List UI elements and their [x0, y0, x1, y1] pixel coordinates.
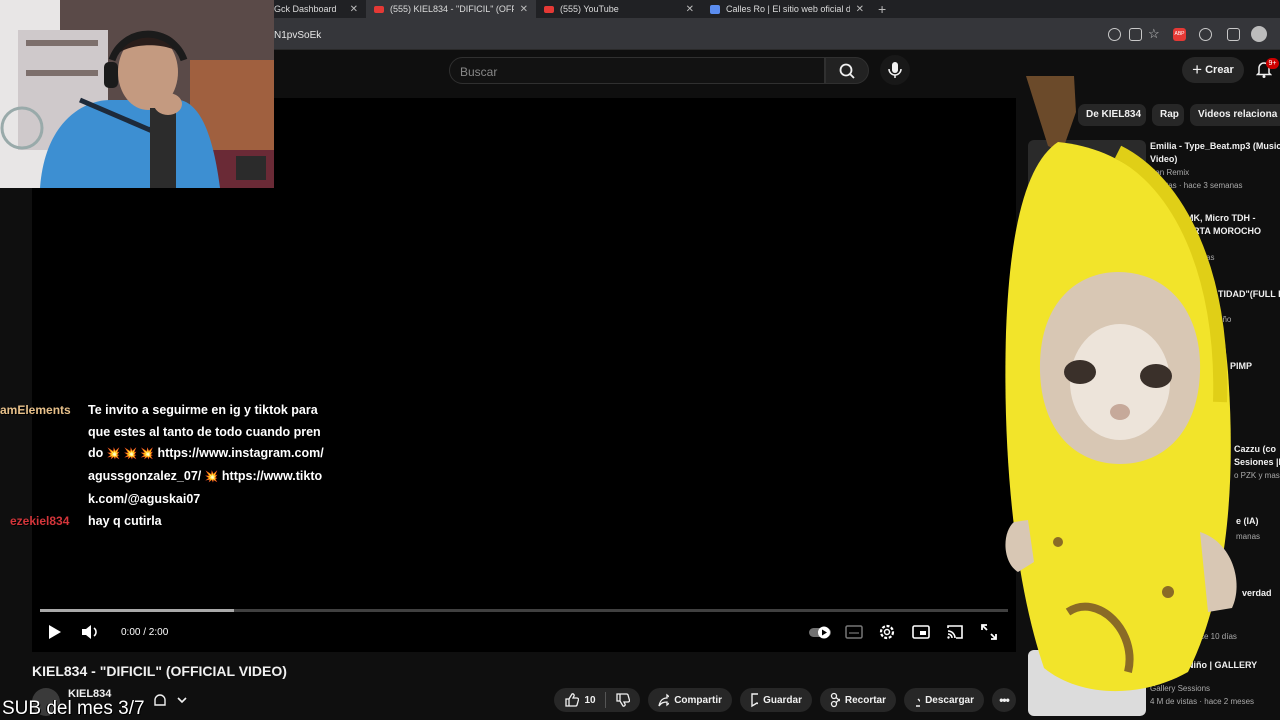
like-count: 10	[584, 694, 596, 706]
stream-chat-overlay: amElements Te invito a seguirme en ig y …	[0, 400, 330, 532]
explosion-emote: 💥	[204, 471, 219, 484]
notification-bell-dropdown-icon[interactable]	[152, 692, 192, 710]
extensions-puzzle-icon[interactable]	[1227, 28, 1240, 41]
extension-icon[interactable]	[1199, 28, 1212, 41]
bookmark-icon	[751, 693, 759, 708]
chat-username: amElements	[0, 403, 71, 417]
chat-message: ezekiel834 hay q cutirla	[0, 511, 330, 533]
divider	[604, 692, 606, 708]
streamer-webcam-image	[0, 0, 274, 188]
chat-message: amElements Te invito a seguirme en ig y …	[0, 400, 330, 511]
clip-label: Recortar	[844, 694, 886, 706]
chat-message-text: Te invito a seguirme en ig y tiktok para…	[88, 400, 324, 511]
screen: Gck Dashboard ✕ (555) KIEL834 - "DIFICIL…	[0, 0, 1280, 720]
share-button[interactable]: Compartir	[648, 688, 732, 712]
settings-gear-icon[interactable]	[877, 622, 897, 642]
save-label: Guardar	[763, 694, 802, 706]
autoplay-toggle-icon[interactable]	[807, 622, 833, 642]
play-icon[interactable]	[46, 622, 64, 642]
notifications-badge: 9+	[1266, 58, 1279, 69]
share-label: Compartir	[674, 694, 722, 706]
close-icon[interactable]: ✕	[350, 4, 358, 15]
tab-kiel834-video[interactable]: (555) KIEL834 - "DIFICIL" (OFFICIAL ✕	[366, 0, 536, 18]
clip-button[interactable]: Recortar	[820, 688, 896, 712]
thumbs-down-icon[interactable]	[615, 692, 630, 708]
banana-cat-overlay	[1005, 76, 1237, 692]
youtube-icon	[374, 5, 384, 13]
chat-message-text: hay q cutirla	[88, 513, 162, 528]
tab-calles-ro[interactable]: Calles Ro | El sitio web oficial de R ✕	[702, 0, 872, 18]
download-label: Descargar	[925, 694, 974, 706]
search-input[interactable]: Buscar	[449, 57, 825, 84]
scissors-icon	[830, 692, 840, 708]
subtitles-icon[interactable]	[844, 622, 864, 642]
chat-username: ezekiel834	[10, 513, 70, 528]
url-text[interactable]: N1pvSoEk	[274, 30, 321, 41]
close-icon[interactable]: ✕	[520, 4, 528, 15]
cast-icon[interactable]	[945, 622, 965, 642]
profile-avatar[interactable]	[1251, 26, 1267, 42]
sub-goal-overlay: SUB del mes 3/7	[2, 698, 145, 719]
new-tab-icon[interactable]: +	[872, 1, 892, 17]
miniplayer-icon[interactable]	[911, 622, 931, 642]
time-display: 0:00 / 2:00	[121, 627, 169, 638]
video-title: KIEL834 - "DIFICIL" (OFFICIAL VIDEO)	[32, 663, 287, 679]
tab-label: Calles Ro | El sitio web oficial de R	[726, 4, 850, 14]
close-icon[interactable]: ✕	[856, 4, 864, 15]
tab-youtube[interactable]: (555) YouTube ✕	[536, 0, 702, 18]
save-button[interactable]: Guardar	[740, 688, 812, 712]
bookmark-star-icon[interactable]: ☆	[1148, 26, 1160, 42]
adblock-extension-icon[interactable]: ABP	[1173, 28, 1186, 41]
youtube-icon	[544, 5, 554, 13]
buffered-bar	[40, 609, 234, 612]
translate-icon[interactable]	[1108, 28, 1121, 41]
install-app-icon[interactable]	[1129, 28, 1142, 41]
tab-label: (555) YouTube	[560, 4, 619, 14]
tab-label: (555) KIEL834 - "DIFICIL" (OFFICIAL	[390, 4, 514, 14]
close-icon[interactable]: ✕	[686, 4, 694, 15]
download-icon	[916, 698, 921, 707]
search-icon	[839, 63, 855, 79]
calles-icon	[710, 4, 720, 14]
progress-bar[interactable]	[40, 609, 1008, 612]
like-dislike-group: 10	[554, 688, 640, 712]
webcam-overlay	[0, 0, 274, 188]
voice-search-button[interactable]	[880, 55, 910, 85]
download-button[interactable]: Descargar	[904, 688, 984, 712]
share-icon	[658, 693, 670, 707]
tab-label: Gck Dashboard	[274, 4, 337, 14]
microphone-icon	[888, 62, 902, 78]
volume-icon[interactable]	[80, 622, 102, 642]
search-button[interactable]	[825, 57, 869, 84]
explosion-emotes: 💥 💥 💥	[106, 448, 154, 461]
thumbs-up-icon[interactable]	[564, 692, 580, 708]
